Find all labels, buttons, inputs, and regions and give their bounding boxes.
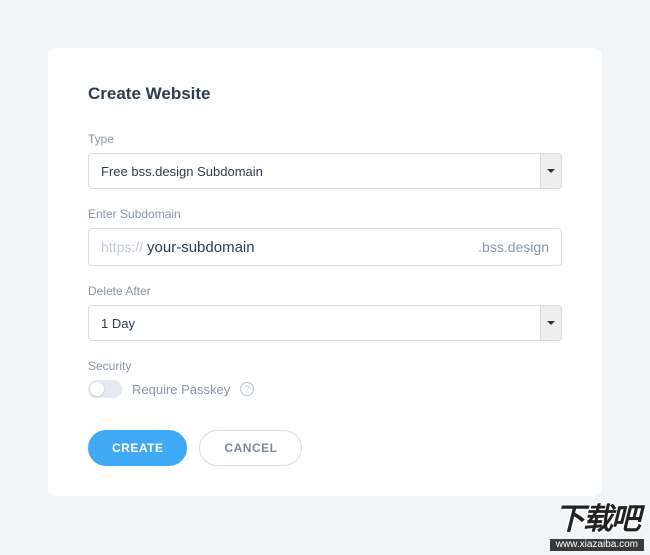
type-label: Type (88, 132, 562, 146)
delete-after-select[interactable]: 1 Day (88, 305, 562, 341)
help-icon[interactable]: ? (240, 382, 254, 396)
page-title: Create Website (88, 84, 562, 104)
subdomain-prefix: https:// (101, 239, 143, 255)
watermark-text: 下载吧 (550, 505, 644, 535)
delete-after-select-wrap: 1 Day (88, 305, 562, 341)
subdomain-input-group: https:// .bss.design (88, 228, 562, 266)
subdomain-input[interactable] (147, 229, 478, 265)
security-label: Security (88, 359, 562, 373)
require-passkey-label: Require Passkey (132, 382, 230, 397)
toggle-knob (90, 382, 104, 396)
actions-row: CREATE CANCEL (88, 430, 562, 466)
subdomain-suffix: .bss.design (478, 239, 549, 255)
cancel-button[interactable]: CANCEL (199, 430, 302, 466)
create-website-card: Create Website Type Free bss.design Subd… (48, 48, 602, 496)
delete-after-label: Delete After (88, 284, 562, 298)
watermark-url: www.xiazaiba.com (550, 539, 644, 551)
type-field: Type Free bss.design Subdomain (88, 132, 562, 189)
subdomain-field: Enter Subdomain https:// .bss.design (88, 207, 562, 266)
subdomain-label: Enter Subdomain (88, 207, 562, 221)
require-passkey-toggle[interactable] (88, 380, 122, 398)
delete-after-field: Delete After 1 Day (88, 284, 562, 341)
type-select-wrap: Free bss.design Subdomain (88, 153, 562, 189)
watermark: 下载吧 www.xiazaiba.com (550, 505, 644, 551)
create-button[interactable]: CREATE (88, 430, 187, 466)
security-row: Require Passkey ? (88, 380, 562, 398)
type-select[interactable]: Free bss.design Subdomain (88, 153, 562, 189)
security-field: Security Require Passkey ? (88, 359, 562, 398)
